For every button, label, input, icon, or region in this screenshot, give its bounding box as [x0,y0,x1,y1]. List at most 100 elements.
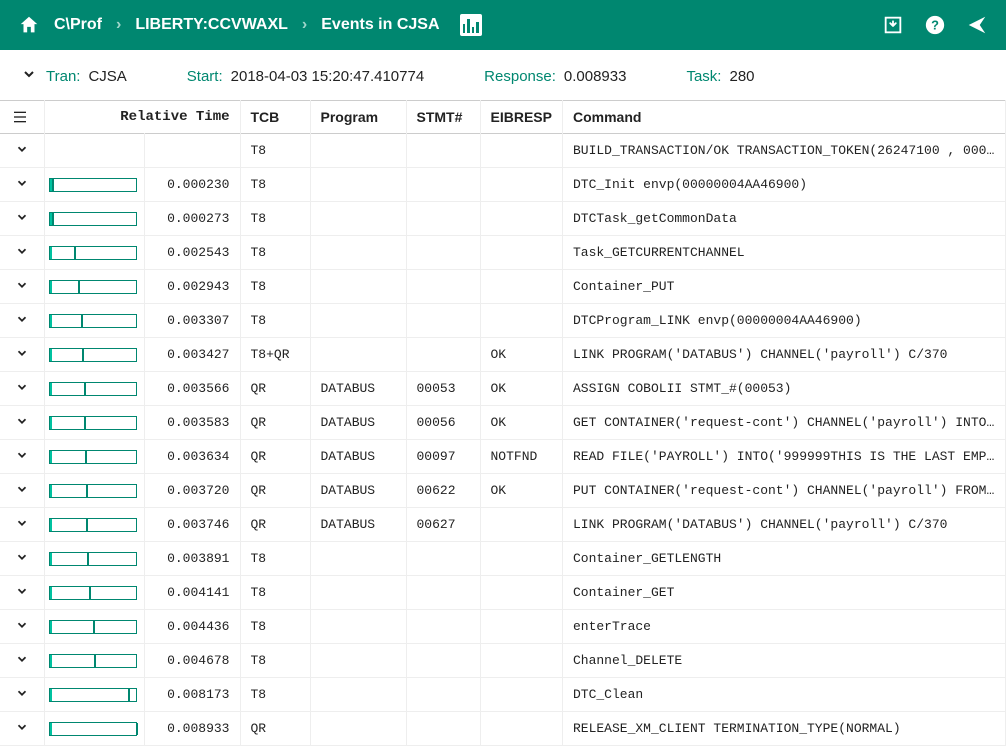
cell-tcb: T8 [240,236,310,270]
table-row: 0.003891 T8 Container_GETLENGTH [0,542,1006,576]
cell-eibresp [480,236,562,270]
cell-relative-time: 0.000230 [144,168,240,202]
col-eibresp[interactable]: EIBRESP [480,101,562,134]
col-tcb[interactable]: TCB [240,101,310,134]
cell-stmt [406,202,480,236]
cell-program [310,338,406,372]
cell-program [310,712,406,746]
expand-row-icon[interactable] [15,722,29,737]
expand-row-icon[interactable] [15,382,29,397]
timing-bar [49,552,137,566]
cell-stmt [406,338,480,372]
expand-row-icon[interactable] [15,280,29,295]
col-command[interactable]: Command [562,101,1005,134]
table-row: 0.008933 QR RELEASE_XM_CLIENT TERMINATIO… [0,712,1006,746]
cell-command: DTC_Clean [562,678,1005,712]
cell-relative-time: 0.003427 [144,338,240,372]
import-icon[interactable] [882,14,904,36]
timing-bar [49,348,137,362]
cell-command: LINK PROGRAM('DATABUS') CHANNEL('payroll… [562,508,1005,542]
send-icon[interactable] [966,14,988,36]
cell-eibresp: NOTFND [480,440,562,474]
table-row: 0.004678 T8 Channel_DELETE [0,644,1006,678]
table-row: 0.003720 QR DATABUS 00622 OK PUT CONTAIN… [0,474,1006,508]
breadcrumb-region[interactable]: LIBERTY:CCVWAXL [135,16,288,34]
table-row: 0.000273 T8 DTCTask_getCommonData [0,202,1006,236]
expand-row-icon[interactable] [15,586,29,601]
expand-row-icon[interactable] [15,314,29,329]
cell-command: DTCProgram_LINK envp(00000004AA46900) [562,304,1005,338]
cell-eibresp: OK [480,338,562,372]
expand-row-icon[interactable] [15,620,29,635]
cell-command: Container_PUT [562,270,1005,304]
cell-command: ASSIGN COBOLII STMT_#(00053) [562,372,1005,406]
cell-stmt [406,270,480,304]
cell-command: Channel_DELETE [562,644,1005,678]
chart-icon[interactable] [460,14,482,36]
cell-tcb: T8 [240,542,310,576]
expand-row-icon[interactable] [15,178,29,193]
expand-row-icon[interactable] [15,654,29,669]
timing-bar [49,314,137,328]
cell-relative-time: 0.004141 [144,576,240,610]
cell-stmt [406,134,480,168]
expand-row-icon[interactable] [15,688,29,703]
expand-row-icon[interactable] [15,246,29,261]
cell-program: DATABUS [310,440,406,474]
cell-command: RELEASE_XM_CLIENT TERMINATION_TYPE(NORMA… [562,712,1005,746]
cell-program [310,236,406,270]
expand-row-icon[interactable] [15,348,29,363]
cell-relative-time: 0.003891 [144,542,240,576]
col-stmt[interactable]: STMT# [406,101,480,134]
col-relative-time[interactable]: Relative Time [44,101,240,134]
table-row: 0.003746 QR DATABUS 00627 LINK PROGRAM('… [0,508,1006,542]
cell-relative-time: 0.000273 [144,202,240,236]
cell-eibresp [480,202,562,236]
expand-row-icon[interactable] [15,450,29,465]
cell-command: DTCTask_getCommonData [562,202,1005,236]
timing-bar [49,620,137,634]
cell-eibresp [480,508,562,542]
expand-row-icon[interactable] [15,212,29,227]
cell-command: LINK PROGRAM('DATABUS') CHANNEL('payroll… [562,338,1005,372]
cell-stmt [406,236,480,270]
home-icon[interactable] [18,14,40,36]
cell-tcb: T8 [240,644,310,678]
cell-program: DATABUS [310,474,406,508]
cell-tcb: QR [240,440,310,474]
help-icon[interactable]: ? [924,14,946,36]
task-value: 280 [729,68,754,85]
expand-row-icon[interactable] [15,552,29,567]
cell-relative-time: 0.002943 [144,270,240,304]
expand-row-icon[interactable] [15,484,29,499]
cell-stmt: 00056 [406,406,480,440]
expand-all-icon[interactable] [20,66,38,86]
table-row: 0.002943 T8 Container_PUT [0,270,1006,304]
timing-bar [49,178,137,192]
cell-program [310,168,406,202]
col-program[interactable]: Program [310,101,406,134]
cell-stmt: 00053 [406,372,480,406]
table-menu-icon[interactable] [10,109,34,125]
expand-row-icon[interactable] [15,144,29,159]
timing-bar [49,450,137,464]
cell-tcb: QR [240,406,310,440]
expand-row-icon[interactable] [15,518,29,533]
cell-tcb: T8 [240,678,310,712]
cell-command: Task_GETCURRENTCHANNEL [562,236,1005,270]
breadcrumb-cprof[interactable]: C\Prof [54,16,102,34]
timing-bar [49,688,137,702]
expand-row-icon[interactable] [15,416,29,431]
cell-command: enterTrace [562,610,1005,644]
cell-tcb: T8 [240,202,310,236]
table-row: 0.004436 T8 enterTrace [0,610,1006,644]
cell-program [310,202,406,236]
breadcrumb-sep: › [116,16,121,34]
cell-stmt [406,304,480,338]
tran-label: Tran: [46,68,80,85]
cell-eibresp [480,168,562,202]
cell-stmt [406,576,480,610]
cell-tcb: QR [240,712,310,746]
cell-relative-time: 0.003566 [144,372,240,406]
timing-bar [49,654,137,668]
